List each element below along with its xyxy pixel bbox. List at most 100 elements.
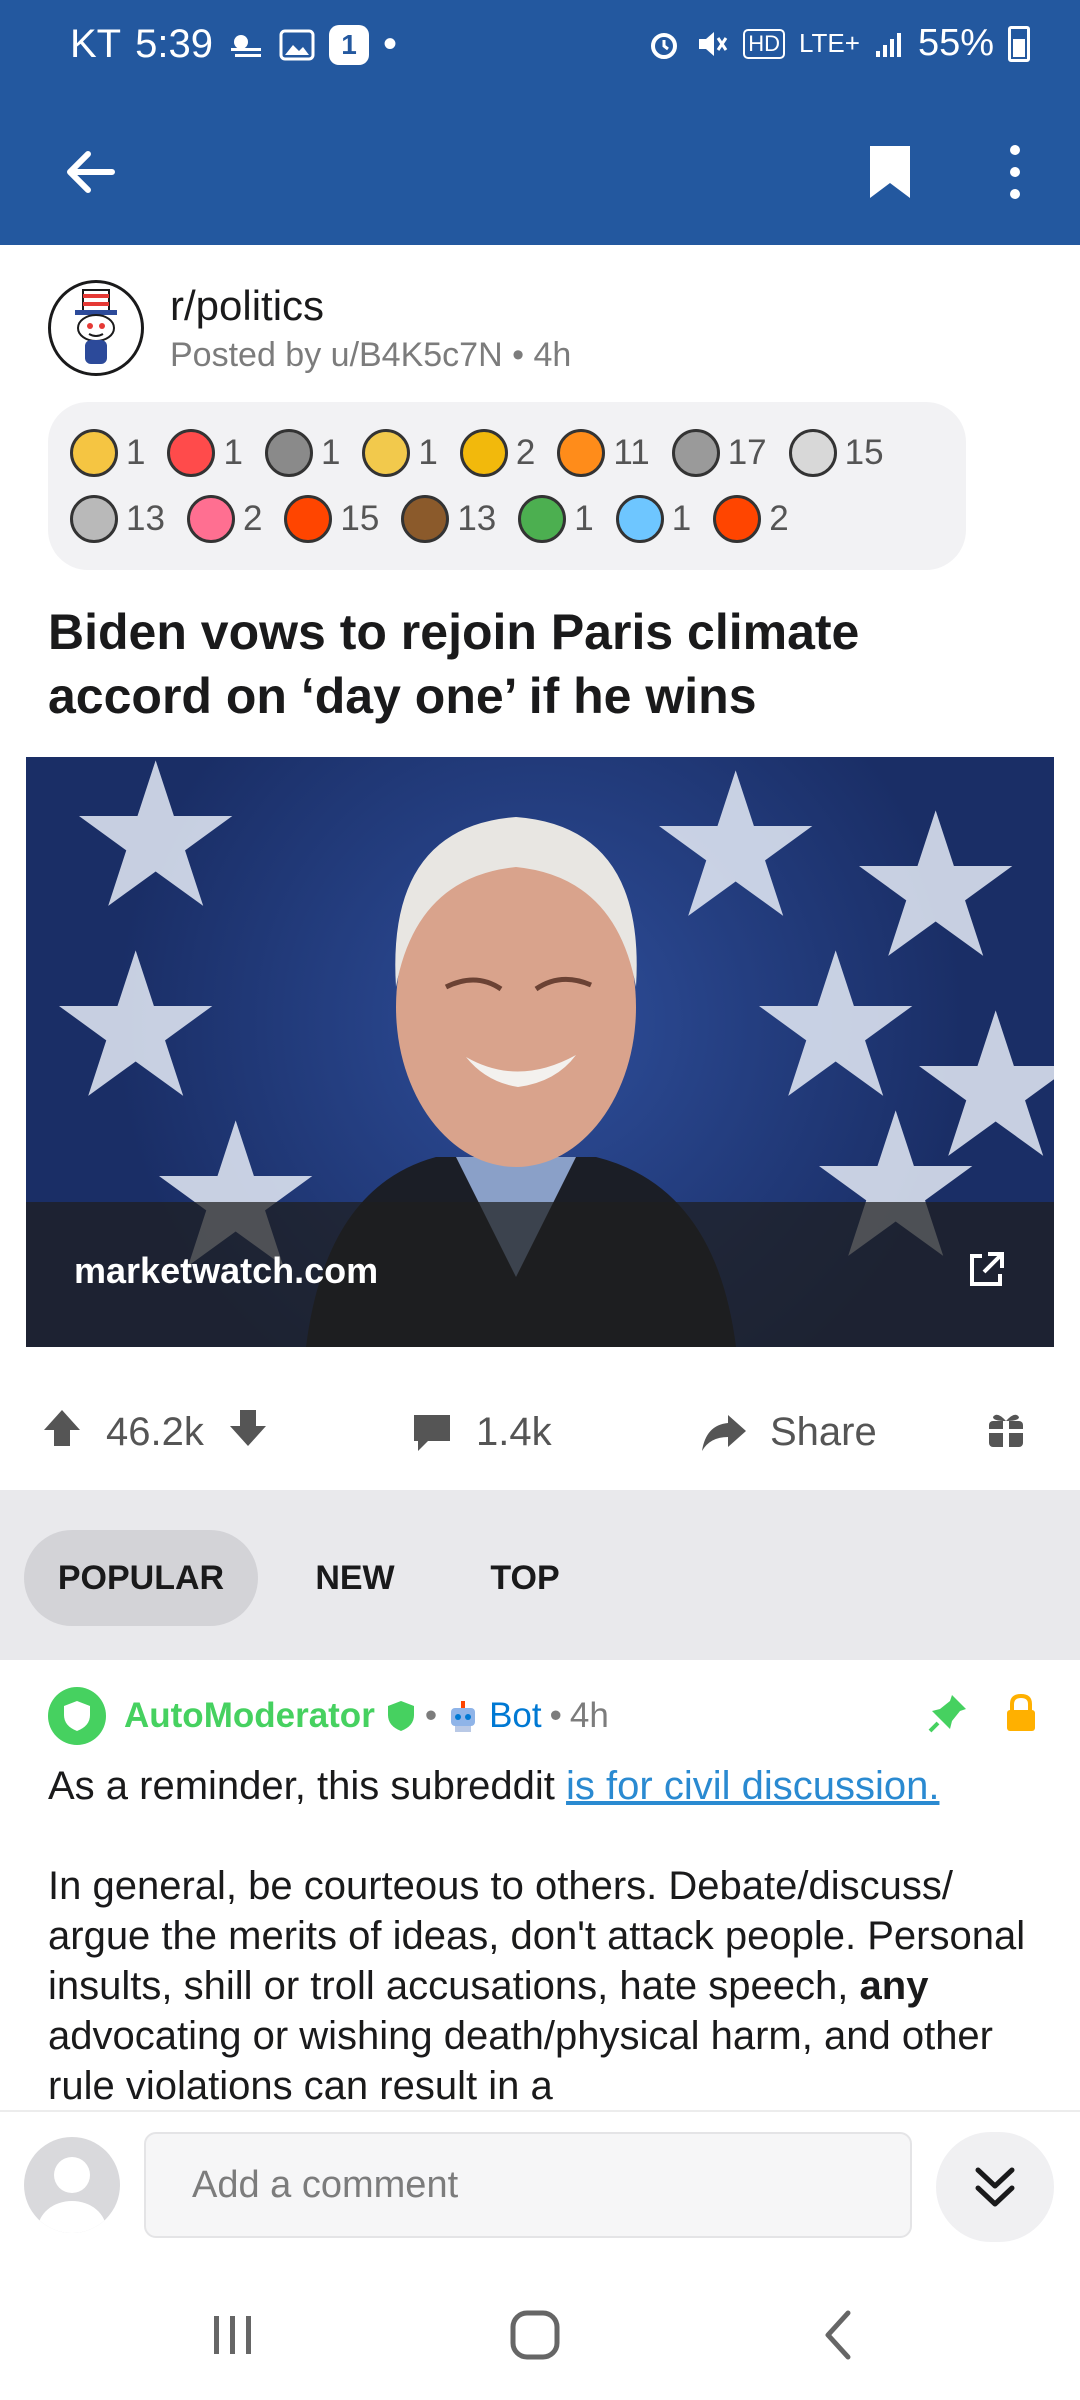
- award-count: 11: [613, 433, 650, 472]
- status-bar: KT 5:39 1 • HD LTE+ 55%: [0, 0, 1080, 100]
- award-count: 2: [515, 433, 536, 472]
- star-award-icon: [459, 429, 508, 477]
- coin-s-award-icon: [70, 495, 118, 543]
- dot-indicator-icon: •: [382, 22, 397, 66]
- add-comment-input[interactable]: Add a comment: [144, 2132, 912, 2238]
- post-header: r/politics Posted by u/B4K5c7N • 4h: [48, 280, 571, 376]
- status-bar-right: HD LTE+ 55%: [647, 22, 1030, 65]
- lock-icon: [1007, 1693, 1035, 1731]
- face-award-icon: [788, 429, 837, 477]
- award-count: 1: [126, 433, 146, 472]
- award-chip[interactable]: 2: [713, 495, 789, 543]
- award-chip[interactable]: 13: [401, 495, 496, 543]
- clock: 5:39: [135, 22, 213, 66]
- external-link-icon: [970, 1252, 1004, 1286]
- fire-thumbs-up-award-icon: [557, 429, 606, 477]
- share-label: Share: [770, 1410, 877, 1454]
- comment-count: 1.4k: [476, 1410, 552, 1454]
- link-preview[interactable]: ★ ★ ★ ★ ★ ★ ★ ★ marketwatch.com: [26, 757, 1054, 1347]
- moderator-avatar[interactable]: [48, 1687, 106, 1745]
- award-count: 15: [340, 499, 380, 538]
- post-title: Biden vows to rejoin Paris climate accor…: [48, 604, 860, 724]
- award-chip[interactable]: 15: [284, 495, 379, 543]
- award-chip[interactable]: 1: [615, 495, 692, 543]
- mod-shield-icon: [387, 1701, 414, 1731]
- arrow-up-icon: [44, 1409, 80, 1446]
- award-chip[interactable]: 11: [557, 429, 650, 477]
- recent-apps-icon: [214, 2316, 251, 2354]
- post-author[interactable]: Posted by u/B4K5c7N: [170, 336, 503, 374]
- award-chip[interactable]: 15: [788, 429, 884, 477]
- home-button[interactable]: [495, 2305, 575, 2365]
- award-count: 1: [418, 433, 438, 472]
- more-options-button[interactable]: [975, 132, 1055, 212]
- comment-author[interactable]: AutoModerator: [124, 1696, 375, 1736]
- heart-eyes-award-icon: [167, 429, 216, 477]
- save-post-button[interactable]: [850, 132, 930, 212]
- sort-tab-new[interactable]: NEW: [290, 1530, 420, 1626]
- award-count: 15: [844, 433, 884, 472]
- comment-text: As a reminder, this subreddit: [48, 1764, 567, 1808]
- award-chip[interactable]: 1: [70, 429, 145, 477]
- comment-bubble-icon: [414, 1414, 450, 1451]
- awards-row: 13 2 15 13 1 1 2: [70, 486, 944, 552]
- award-count: 17: [727, 433, 767, 472]
- award-chip[interactable]: 2: [186, 495, 262, 543]
- sort-tab-top[interactable]: TOP: [460, 1530, 590, 1626]
- notification-badge: 1: [328, 24, 369, 65]
- train-award-icon: [264, 429, 313, 477]
- civil-discussion-link[interactable]: is for civil discussion.: [566, 1764, 939, 1808]
- snoo-party-award-icon: [284, 495, 333, 543]
- battery-percent: 55%: [917, 22, 994, 64]
- post-age: 4h: [533, 335, 572, 374]
- back-button[interactable]: [50, 132, 130, 212]
- award-chip[interactable]: 2: [459, 429, 536, 477]
- award-chip[interactable]: 1: [167, 429, 243, 477]
- next-comment-button[interactable]: [936, 2132, 1054, 2242]
- network-label: LTE+: [799, 28, 860, 58]
- salute-award-icon: [362, 429, 411, 477]
- comment-bold-text: any: [859, 1964, 929, 2008]
- flag-star-icon: ★: [66, 757, 246, 948]
- subreddit-name[interactable]: r/politics: [170, 282, 571, 330]
- uncle-sam-snoo-icon: [75, 289, 117, 364]
- award-chip[interactable]: 1: [362, 429, 438, 477]
- preview-domain: marketwatch.com: [74, 1250, 379, 1291]
- downvote-button[interactable]: [226, 1406, 270, 1460]
- preview-caption-bar: marketwatch.com: [26, 1202, 1054, 1347]
- vote-count: 46.2k: [106, 1410, 204, 1454]
- award-count: 13: [457, 499, 497, 538]
- system-back-button[interactable]: [798, 2305, 878, 2365]
- sun-award-icon: [70, 429, 118, 477]
- separator-dot: •: [512, 335, 534, 374]
- vote-controls: 46.2k: [40, 1406, 270, 1460]
- bear-award-icon: [401, 495, 450, 543]
- comment-body: As a reminder, this subreddit is for civ…: [48, 1761, 1038, 2111]
- sort-tab-popular[interactable]: POPULAR: [24, 1530, 258, 1626]
- award-chip[interactable]: 1: [264, 429, 340, 477]
- award-chip[interactable]: 17: [671, 429, 767, 477]
- award-count: 2: [769, 499, 789, 538]
- subreddit-avatar[interactable]: [48, 280, 144, 376]
- awards-panel[interactable]: 1 1 1 1 2 11 17 15 13 2 15 13 1 1 2: [48, 402, 966, 570]
- gift-icon: [989, 1414, 1023, 1447]
- system-nav-bar: [0, 2265, 1080, 2400]
- comments-button[interactable]: 1.4k: [410, 1410, 552, 1455]
- award-chip[interactable]: 13: [70, 495, 165, 543]
- post-actions: 46.2k 1.4k Share: [0, 1375, 1080, 1490]
- more-vertical-icon: [1010, 145, 1020, 199]
- pin-icon: [928, 1695, 966, 1733]
- recent-apps-button[interactable]: [193, 2305, 273, 2365]
- weather-icon: [227, 30, 265, 60]
- comment-status-icons: [928, 1693, 1038, 1733]
- user-avatar[interactable]: [24, 2137, 120, 2233]
- award-count: 1: [671, 499, 692, 538]
- share-button[interactable]: Share: [700, 1410, 877, 1455]
- give-award-button[interactable]: [985, 1409, 1027, 1456]
- separator-dot: •: [424, 1696, 438, 1735]
- comment-header: AutoModerator • Bot • 4h: [48, 1685, 1038, 1747]
- upvote-button[interactable]: [40, 1406, 84, 1460]
- award-chip[interactable]: 1: [518, 495, 594, 543]
- default-user-icon: [38, 2157, 106, 2233]
- award-count: 13: [126, 499, 165, 538]
